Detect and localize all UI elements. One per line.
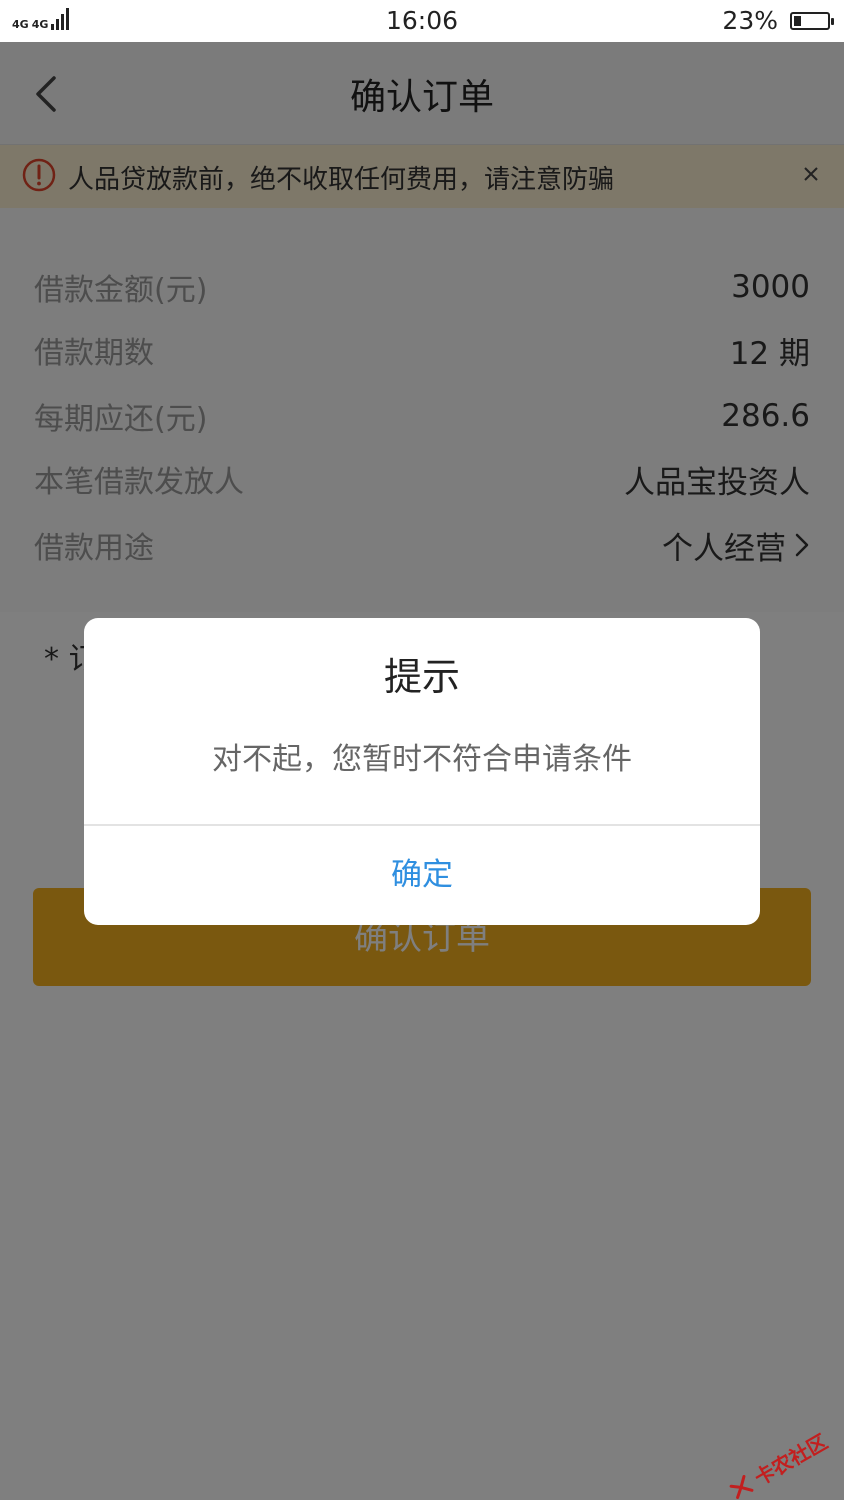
battery-group: 23%	[722, 6, 834, 35]
status-time: 16:06	[385, 6, 459, 35]
dialog-ok-button[interactable]: 确定	[84, 826, 760, 925]
battery-icon	[790, 11, 834, 30]
status-bar: 4G 4G 16:06 23%	[0, 0, 844, 42]
dialog-message: 对不起，您暂时不符合申请条件	[212, 742, 632, 777]
dialog-title: 提示	[383, 655, 460, 699]
battery-percent: 23%	[722, 6, 778, 35]
alert-dialog: 提示 对不起，您暂时不符合申请条件 确定	[84, 618, 760, 925]
